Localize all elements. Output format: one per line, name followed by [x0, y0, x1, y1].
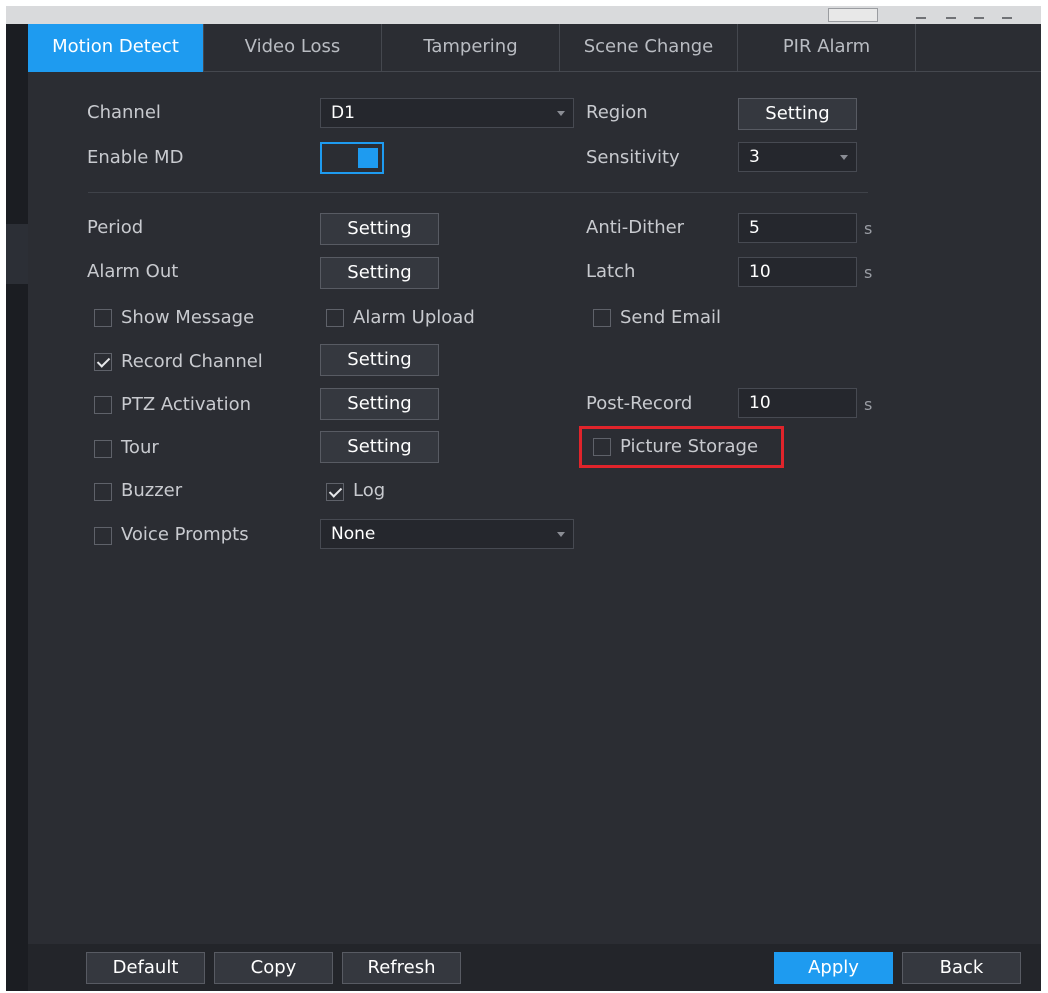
left-menu-strip — [6, 24, 28, 991]
show-message-checkbox[interactable] — [94, 309, 112, 327]
voice-prompts-checkbox[interactable] — [94, 527, 112, 545]
anti-dither-input[interactable]: 5 — [738, 213, 857, 243]
anti-dither-label: Anti-Dither — [586, 217, 685, 238]
log-checkbox[interactable] — [326, 483, 344, 501]
alarm-out-label: Alarm Out — [87, 261, 179, 282]
motion-detect-panel: Motion Detect Video Loss Tampering Scene… — [28, 24, 1041, 991]
channel-value: D1 — [331, 103, 355, 123]
tab-video-loss[interactable]: Video Loss — [204, 24, 382, 72]
sensitivity-label: Sensitivity — [586, 147, 680, 168]
copy-button[interactable]: Copy — [214, 952, 333, 984]
log-label: Log — [353, 480, 386, 501]
ptz-activation-checkbox[interactable] — [94, 396, 112, 414]
tab-tampering[interactable]: Tampering — [382, 24, 560, 72]
latch-unit: s — [864, 263, 873, 282]
alarm-out-setting-button[interactable]: Setting — [320, 257, 439, 289]
alarm-upload-label: Alarm Upload — [353, 307, 475, 328]
voice-prompts-value: None — [331, 524, 376, 544]
voice-prompts-label: Voice Prompts — [121, 524, 249, 545]
send-email-label: Send Email — [620, 307, 721, 328]
chevron-down-icon — [557, 111, 565, 116]
show-message-label: Show Message — [121, 307, 255, 328]
apply-button[interactable]: Apply — [774, 952, 893, 984]
section-divider — [88, 192, 868, 193]
chevron-down-icon — [557, 532, 565, 537]
sensitivity-select[interactable]: 3 — [738, 142, 857, 172]
period-setting-button[interactable]: Setting — [320, 213, 439, 245]
anti-dither-unit: s — [864, 219, 873, 238]
record-channel-checkbox[interactable] — [94, 353, 112, 371]
tab-motion-detect[interactable]: Motion Detect — [28, 24, 204, 72]
channel-select[interactable]: D1 — [320, 98, 574, 128]
default-button[interactable]: Default — [86, 952, 205, 984]
refresh-button[interactable]: Refresh — [342, 952, 461, 984]
post-record-label: Post-Record — [586, 393, 693, 414]
window: Motion Detect Video Loss Tampering Scene… — [6, 6, 1041, 991]
minimize-icon[interactable] — [916, 9, 926, 19]
title-bar-button[interactable] — [828, 8, 878, 22]
record-channel-label: Record Channel — [121, 351, 263, 372]
left-menu-handle[interactable] — [6, 224, 28, 284]
record-channel-setting-button[interactable]: Setting — [320, 344, 439, 376]
region-label: Region — [586, 102, 648, 123]
maximize-icon[interactable] — [974, 9, 984, 19]
latch-input[interactable]: 10 — [738, 257, 857, 287]
tour-setting-button[interactable]: Setting — [320, 431, 439, 463]
enable-md-label: Enable MD — [87, 147, 184, 168]
voice-prompts-select[interactable]: None — [320, 519, 574, 549]
tab-bar-filler — [916, 24, 1041, 72]
picture-storage-label: Picture Storage — [620, 436, 759, 457]
post-record-input[interactable]: 10 — [738, 388, 857, 418]
region-setting-button[interactable]: Setting — [738, 98, 857, 130]
send-email-checkbox[interactable] — [593, 309, 611, 327]
buzzer-label: Buzzer — [121, 480, 183, 501]
enable-md-toggle[interactable] — [320, 142, 384, 174]
tab-pir-alarm[interactable]: PIR Alarm — [738, 24, 916, 72]
ptz-activation-setting-button[interactable]: Setting — [320, 388, 439, 420]
chevron-down-icon — [840, 155, 848, 160]
tab-scene-change[interactable]: Scene Change — [560, 24, 738, 72]
post-record-unit: s — [864, 395, 873, 414]
latch-label: Latch — [586, 261, 636, 282]
buzzer-checkbox[interactable] — [94, 483, 112, 501]
sensitivity-value: 3 — [749, 147, 760, 167]
period-label: Period — [87, 217, 144, 238]
back-button[interactable]: Back — [902, 952, 1021, 984]
alarm-upload-checkbox[interactable] — [326, 309, 344, 327]
event-tabs: Motion Detect Video Loss Tampering Scene… — [28, 24, 1041, 73]
ptz-activation-label: PTZ Activation — [121, 394, 252, 415]
title-bar — [6, 6, 1041, 24]
close-icon[interactable] — [1002, 9, 1012, 19]
restore-icon[interactable] — [946, 9, 956, 19]
tour-checkbox[interactable] — [94, 440, 112, 458]
toggle-knob — [358, 148, 378, 168]
tour-label: Tour — [121, 437, 159, 458]
picture-storage-checkbox[interactable] — [593, 438, 611, 456]
channel-label: Channel — [87, 102, 161, 123]
